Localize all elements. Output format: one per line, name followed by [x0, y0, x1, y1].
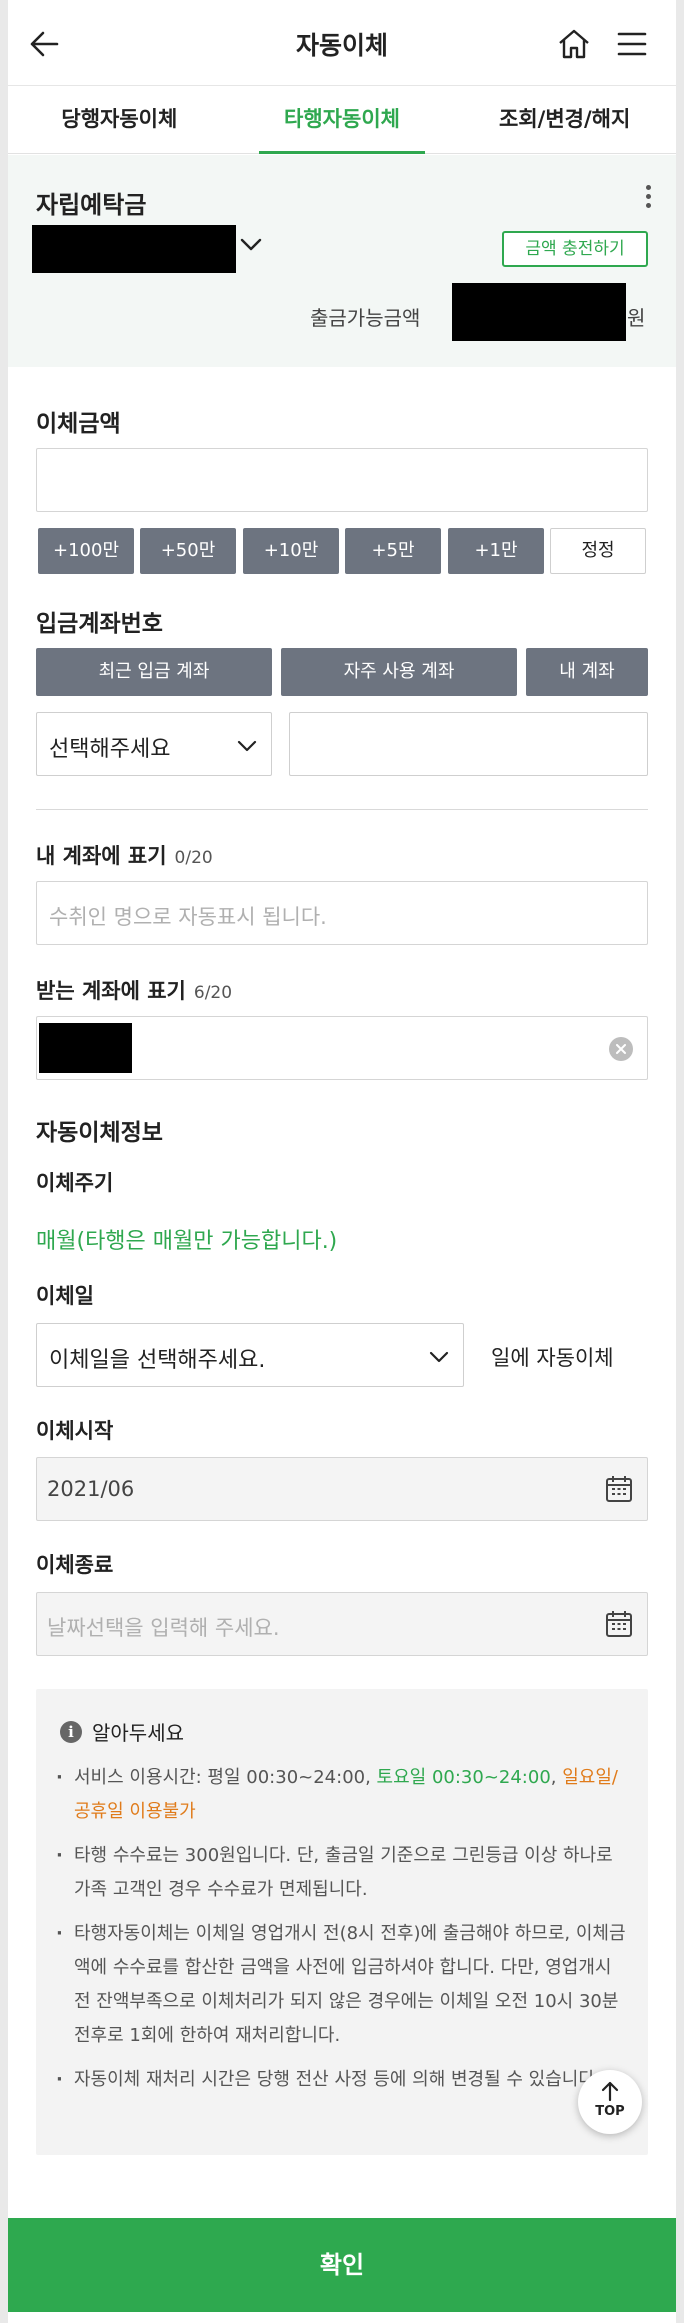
amount-label: 이체금액	[36, 411, 121, 437]
calendar-icon[interactable]	[605, 1610, 633, 1642]
available-amount-label: 출금가능금액	[310, 306, 421, 330]
screen: 자동이체 당행자동이체 타행자동이체 조회/변경/해지 자립예탁금 금액 충전하…	[8, 0, 676, 2323]
recent-accounts-button[interactable]: 최근 입금 계좌	[36, 648, 272, 696]
notice-box: i 알아두세요 서비스 이용시간: 평일 00:30~24:00, 토요일 00…	[36, 1689, 648, 2155]
frequent-accounts-button[interactable]: 자주 사용 계좌	[281, 648, 517, 696]
service-hours-saturday: 토요일 00:30~24:00	[376, 1767, 551, 1788]
tab-inquiry-change-cancel[interactable]: 조회/변경/해지	[453, 86, 676, 153]
chevron-down-icon	[237, 737, 257, 756]
app-header: 자동이체	[8, 0, 676, 86]
recipient-memo-label: 받는 계좌에 표기 6/20	[36, 975, 232, 1005]
my-memo-label: 내 계좌에 표기 0/20	[36, 840, 213, 870]
account-number-input[interactable]	[289, 712, 648, 776]
my-memo-input[interactable]: 수취인 명으로 자동표시 됩니다.	[36, 881, 648, 945]
scroll-top-label: TOP	[595, 2104, 625, 2119]
service-hours-weekday: 서비스 이용시간: 평일 00:30~24:00,	[74, 1767, 377, 1788]
cycle-value: 매월(타행은 매월만 가능합니다.)	[36, 1229, 338, 1254]
calendar-icon[interactable]	[605, 1475, 633, 1507]
recipient-memo-redacted	[39, 1023, 132, 1073]
tab-bar: 당행자동이체 타행자동이체 조회/변경/해지	[8, 86, 676, 154]
available-amount-redacted	[452, 283, 626, 341]
currency-unit: 원	[627, 306, 646, 330]
tab-same-bank[interactable]: 당행자동이체	[8, 86, 231, 153]
notice-title: 알아두세요	[92, 1721, 184, 1745]
notice-item-fee: 타행 수수료는 300원입니다. 단, 출금일 기준으로 그린등급 이상 하나로…	[56, 1839, 628, 1907]
add-10000-button[interactable]: +1만	[448, 528, 544, 574]
end-label: 이체종료	[36, 1553, 114, 1577]
clear-icon[interactable]	[609, 1037, 633, 1061]
add-50000-button[interactable]: +5만	[345, 528, 441, 574]
notice-list: 서비스 이용시간: 평일 00:30~24:00, 토요일 00:30~24:0…	[56, 1761, 628, 2107]
end-date-field[interactable]: 날짜선택을 입력해 주세요.	[36, 1592, 648, 1656]
start-date-value: 2021/06	[47, 1477, 135, 1501]
hamburger-menu-icon[interactable]	[610, 22, 654, 66]
recipient-memo-label-text: 받는 계좌에 표기	[36, 979, 186, 1003]
transfer-day-select-value: 이체일을 선택해주세요.	[49, 1348, 266, 1373]
arrow-up-icon	[600, 2080, 620, 2106]
more-options-icon[interactable]	[642, 185, 654, 211]
scroll-top-button[interactable]: TOP	[578, 2070, 642, 2134]
recipient-memo-input[interactable]	[36, 1016, 648, 1080]
account-name: 자립예탁금	[36, 191, 147, 219]
charge-amount-button[interactable]: 금액 충전하기	[502, 231, 648, 267]
cycle-label: 이체주기	[36, 1171, 114, 1195]
notice-item-service-hours: 서비스 이용시간: 평일 00:30~24:00, 토요일 00:30~24:0…	[56, 1761, 628, 1829]
transfer-day-suffix: 일에 자동이체	[491, 1346, 614, 1370]
account-number-redacted[interactable]	[32, 225, 236, 273]
info-icon: i	[60, 1720, 82, 1743]
withdrawal-account-card: 자립예탁금 금액 충전하기 출금가능금액 원	[8, 155, 676, 367]
home-icon[interactable]	[552, 22, 596, 66]
chevron-down-icon[interactable]	[240, 237, 262, 256]
start-label: 이체시작	[36, 1419, 114, 1443]
add-100000-button[interactable]: +10만	[243, 528, 339, 574]
confirm-button[interactable]: 확인	[8, 2218, 676, 2312]
start-date-field[interactable]: 2021/06	[36, 1457, 648, 1521]
transfer-day-select[interactable]: 이체일을 선택해주세요.	[36, 1323, 464, 1387]
notice-item-reprocess: 자동이체 재처리 시간은 당행 전산 사정 등에 의해 변경될 수 있습니다.	[56, 2063, 628, 2097]
end-date-placeholder: 날짜선택을 입력해 주세요.	[47, 1616, 280, 1640]
amount-input[interactable]	[36, 448, 648, 512]
tab-other-bank[interactable]: 타행자동이체	[231, 86, 454, 154]
add-500000-button[interactable]: +50만	[140, 528, 236, 574]
notice-item-timing: 타행자동이체는 이체일 영업개시 전(8시 전후)에 출금해야 하므로, 이체금…	[56, 1917, 628, 2053]
service-hours-separator: ,	[550, 1767, 563, 1788]
recipient-memo-count: 6/20	[193, 983, 233, 1003]
section-divider	[36, 809, 648, 810]
my-memo-count: 0/20	[174, 848, 213, 868]
my-memo-placeholder: 수취인 명으로 자동표시 됩니다.	[49, 905, 327, 929]
bank-select[interactable]: 선택해주세요	[36, 712, 272, 776]
deposit-account-label: 입금계좌번호	[36, 611, 163, 637]
correct-button[interactable]: 정정	[550, 528, 646, 574]
my-accounts-button[interactable]: 내 계좌	[526, 648, 648, 696]
transfer-info-title: 자동이체정보	[36, 1120, 163, 1146]
my-memo-label-text: 내 계좌에 표기	[36, 844, 167, 868]
notice-header: i 알아두세요	[60, 1717, 184, 1746]
transfer-day-label: 이체일	[36, 1284, 94, 1308]
add-1000000-button[interactable]: +100만	[38, 528, 134, 574]
bank-select-value: 선택해주세요	[49, 737, 171, 762]
chevron-down-icon	[429, 1348, 449, 1367]
